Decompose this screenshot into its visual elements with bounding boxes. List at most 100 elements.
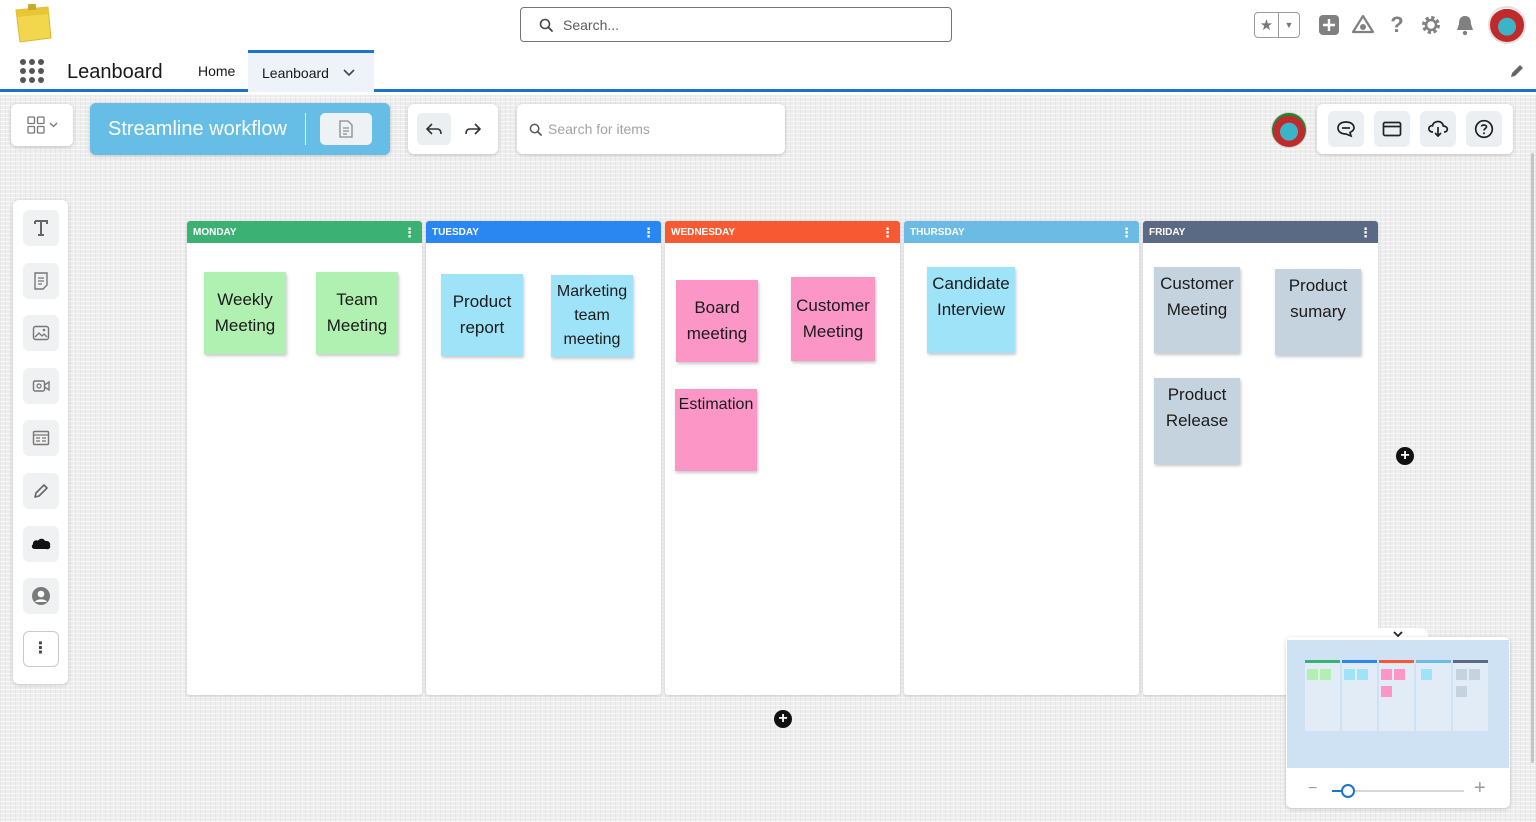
items-search-placeholder: Search for items [548, 121, 650, 137]
user-icon [31, 587, 50, 606]
board-help-button[interactable] [1466, 111, 1502, 147]
document-icon [339, 120, 353, 138]
sticky-note[interactable]: Board meeting [676, 280, 758, 362]
sticky-note[interactable]: Team Meeting [316, 272, 398, 354]
header-icons: ★ ▼ ? [1254, 4, 1526, 46]
column-menu-icon[interactable]: ⋮ [881, 226, 894, 239]
column-menu-icon[interactable]: ⋮ [1120, 226, 1133, 239]
sticky-note[interactable]: Marketing team meeting [551, 275, 633, 357]
app-launcher-icon[interactable] [20, 59, 44, 83]
column-wednesday[interactable]: WEDNESDAY ⋮ Board meeting Customer Meeti… [665, 221, 900, 695]
column-menu-icon[interactable]: ⋮ [642, 226, 655, 239]
redo-button[interactable] [456, 113, 490, 145]
minimap-note [1381, 686, 1392, 697]
note-text: Product Release [1165, 385, 1229, 430]
minimap-viewport[interactable] [1287, 640, 1509, 768]
note-text: Estimation [678, 396, 754, 413]
chevron-down-icon[interactable] [343, 68, 355, 77]
user-avatar[interactable] [1488, 6, 1526, 44]
zoom-in-button[interactable]: + [1474, 777, 1486, 800]
column-thursday[interactable]: THURSDAY ⋮ Candidate Interview [904, 221, 1139, 695]
note-text: Team Meeting [326, 290, 388, 335]
help-icon [1474, 119, 1494, 139]
column-menu-icon[interactable]: ⋮ [403, 226, 416, 239]
window-icon [1382, 121, 1402, 137]
favorites-dropdown-icon[interactable]: ▼ [1279, 13, 1299, 37]
column-header[interactable]: MONDAY ⋮ [187, 221, 422, 243]
sticky-note[interactable]: Product sumary [1275, 269, 1361, 355]
favorites-group: ★ ▼ [1254, 12, 1300, 38]
notifications-bell-icon[interactable] [1448, 8, 1482, 42]
more-icon: ⋮ [32, 639, 49, 657]
left-toolbar: ⋮ [13, 200, 68, 684]
collaborator-avatar[interactable] [1271, 112, 1307, 148]
salesforce-tool-button[interactable] [22, 525, 59, 562]
zoom-control: − + [1286, 775, 1510, 805]
board-title[interactable]: Streamline workflow [90, 118, 305, 141]
column-header[interactable]: TUESDAY ⋮ [426, 221, 661, 243]
favorites-star-icon[interactable]: ★ [1255, 13, 1279, 37]
column-header[interactable]: WEDNESDAY ⋮ [665, 221, 900, 243]
pen-tool-button[interactable] [22, 472, 59, 509]
note-text: Customer Meeting [796, 296, 870, 341]
grid-layout-icon [26, 116, 45, 134]
more-tools-button[interactable]: ⋮ [22, 630, 59, 667]
board-title-card: Streamline workflow [90, 103, 390, 155]
vertical-scrollbar[interactable] [1531, 153, 1534, 763]
image-tool-button[interactable] [22, 315, 59, 352]
zoom-slider-handle[interactable] [1341, 784, 1355, 798]
column-title: TUESDAY [432, 226, 479, 238]
redo-icon [464, 123, 481, 135]
sticky-note-logo-icon[interactable] [12, 3, 54, 44]
setup-gear-icon[interactable] [1414, 8, 1448, 42]
sticky-note[interactable]: Product report [441, 274, 523, 356]
minimap-note [1469, 669, 1480, 680]
add-row-button[interactable]: + [774, 710, 792, 728]
sticky-note[interactable]: Customer Meeting [1154, 267, 1240, 353]
zoom-slider[interactable] [1332, 784, 1464, 798]
column-monday[interactable]: MONDAY ⋮ Weekly Meeting Team Meeting [187, 221, 422, 695]
chat-button[interactable] [1328, 111, 1364, 147]
sticky-note-icon [33, 271, 48, 290]
cloud-download-button[interactable] [1420, 111, 1456, 147]
search-icon [529, 123, 542, 136]
text-tool-button[interactable] [22, 210, 59, 246]
note-text: Weekly Meeting [214, 290, 276, 335]
add-column-button[interactable]: + [1396, 447, 1414, 465]
global-search-input[interactable]: Search... [520, 7, 952, 42]
pen-icon [33, 484, 48, 498]
help-icon[interactable]: ? [1380, 8, 1414, 42]
add-icon[interactable] [1312, 8, 1346, 42]
undo-button[interactable] [416, 113, 451, 145]
note-text: Product sumary [1288, 276, 1348, 321]
window-button[interactable] [1374, 111, 1410, 147]
tab-home[interactable]: Home [198, 50, 235, 92]
tab-home-label: Home [198, 63, 236, 79]
zoom-out-button[interactable]: − [1308, 780, 1317, 798]
column-header[interactable]: THURSDAY ⋮ [904, 221, 1139, 243]
video-tool-button[interactable] [22, 367, 59, 404]
text-tool-icon [33, 220, 48, 236]
video-icon [32, 380, 50, 392]
minimap-note [1320, 669, 1331, 680]
sticky-note-tool-button[interactable] [22, 262, 59, 299]
edit-nav-pencil-icon[interactable] [1508, 62, 1526, 80]
note-text: Candidate Interview [932, 274, 1010, 319]
items-search-input[interactable]: Search for items [517, 104, 785, 154]
sticky-note[interactable]: Customer Meeting [791, 277, 875, 361]
layout-switcher[interactable] [11, 104, 73, 146]
board-canvas[interactable]: Streamline workflow Search for items ⋮ M… [0, 95, 1536, 822]
sticky-note[interactable]: Candidate Interview [927, 267, 1015, 353]
template-tool-button[interactable] [22, 420, 59, 457]
column-tuesday[interactable]: TUESDAY ⋮ Product report Marketing team … [426, 221, 661, 695]
sticky-note[interactable]: Estimation [675, 389, 757, 471]
sticky-note[interactable]: Weekly Meeting [204, 272, 286, 354]
column-header[interactable]: FRIDAY ⋮ [1143, 221, 1378, 243]
column-friday[interactable]: FRIDAY ⋮ Customer Meeting Product sumary… [1143, 221, 1378, 695]
column-menu-icon[interactable]: ⋮ [1359, 226, 1372, 239]
user-tool-button[interactable] [22, 578, 59, 615]
trailhead-icon[interactable] [1346, 8, 1380, 42]
board-notes-button[interactable] [320, 113, 372, 145]
tab-leanboard[interactable]: Leanboard [248, 50, 374, 92]
sticky-note[interactable]: Product Release [1154, 378, 1240, 464]
